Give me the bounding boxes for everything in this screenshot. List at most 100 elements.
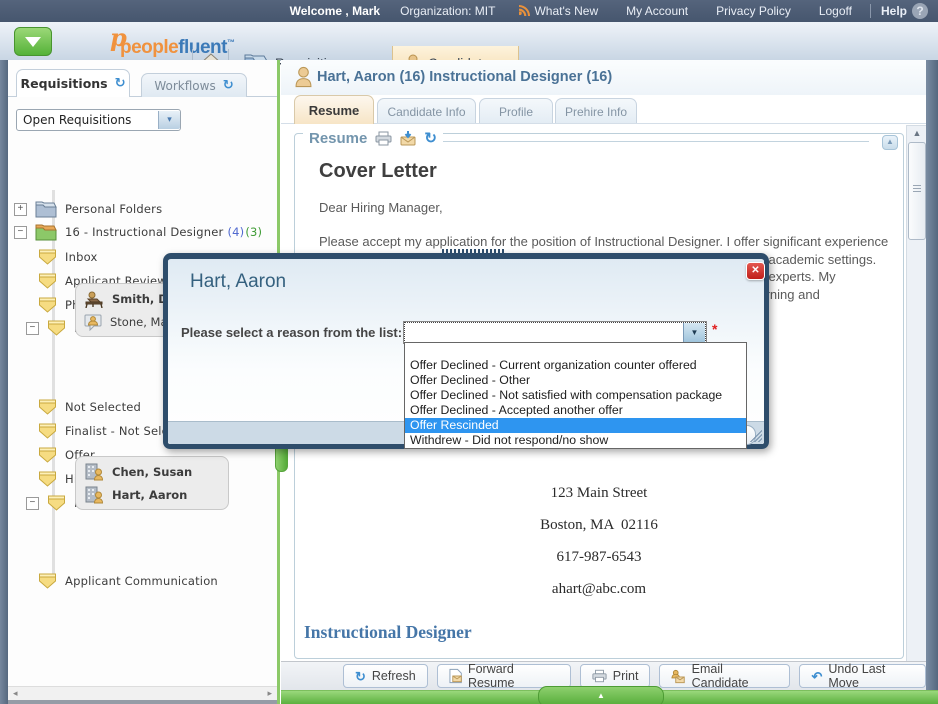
resume-city-line: Boston, MA 02116 <box>295 517 903 534</box>
collapse-panel-icon[interactable]: ▲ <box>882 135 898 150</box>
scroll-up-icon[interactable]: ▲ <box>907 128 927 138</box>
dialog-resize-grip[interactable] <box>750 430 762 442</box>
scrollbar-thumb[interactable] <box>908 142 926 240</box>
collapse-icon[interactable]: − <box>14 226 27 239</box>
tab-candidate-info[interactable]: Candidate Info <box>377 98 476 124</box>
organization-text: Organization: MIT <box>400 4 495 18</box>
collapse-icon[interactable]: − <box>26 322 39 335</box>
print-button[interactable]: Print <box>580 664 651 688</box>
resume-panel-legend: Resume ↻ <box>303 130 443 147</box>
sidebar-horizontal-scrollbar[interactable]: ◂ ▸ <box>8 686 277 701</box>
stage-folder-icon <box>38 273 57 289</box>
tree-item-personal-folders[interactable]: + Personal Folders <box>14 198 162 220</box>
not-hired-candidates-panel: Chen, Susan Hart, Aaron <box>75 456 229 510</box>
folder-green-icon <box>35 224 57 241</box>
refresh-icon[interactable]: ↻ <box>424 131 437 146</box>
tab-resume[interactable]: Resume <box>294 95 374 124</box>
tab-prehire-info[interactable]: Prehire Info <box>555 98 637 124</box>
candidate-title: Hart, Aaron (16) Instructional Designer … <box>317 69 612 85</box>
new-count-badge: (4) <box>227 225 244 239</box>
help-link[interactable]: Help ? <box>881 3 928 19</box>
folder-silver-icon <box>35 201 57 218</box>
forward-resume-icon <box>449 668 462 684</box>
my-account-link[interactable]: My Account <box>626 4 688 18</box>
stage-folder-icon <box>47 320 66 336</box>
thumb-grip <box>913 185 921 193</box>
tree-stage-not-selected[interactable]: Not Selected <box>38 396 141 418</box>
reason-option[interactable]: Withdrew - Did not respond/no show <box>405 433 746 448</box>
scroll-left-icon[interactable]: ◂ <box>8 689 23 699</box>
topbar-separator <box>870 4 871 18</box>
stage-folder-icon <box>38 399 57 415</box>
tree-item-requisition-folder[interactable]: − 16 - Instructional Designer (4) (3) <box>14 221 262 243</box>
candidate-person-icon <box>295 66 312 88</box>
help-icon: ? <box>912 3 928 19</box>
resume-vertical-scrollbar[interactable]: ▲ ▼ <box>906 125 928 704</box>
forward-resume-button[interactable]: Forward Resume <box>437 664 571 688</box>
stage-folder-icon <box>38 297 57 313</box>
scroll-right-icon[interactable]: ▸ <box>262 689 277 699</box>
refresh-icon[interactable]: ↻ <box>223 79 234 92</box>
stage-folder-icon <box>38 447 57 463</box>
app-window: Welcome , Mark Organization: MIT What's … <box>0 0 938 704</box>
download-resume-icon[interactable] <box>400 131 416 146</box>
resume-panel-title: Resume <box>309 130 367 147</box>
requisition-filter-select[interactable]: Open Requisitions ▾ <box>16 109 181 131</box>
reason-option[interactable]: Offer Declined - Other <box>405 373 746 388</box>
candidate-building-icon <box>84 486 104 504</box>
green-down-arrow-icon <box>25 37 41 47</box>
stage-folder-icon <box>38 471 57 487</box>
bottom-green-bar: ▲ <box>281 690 938 704</box>
candidate-desk-icon <box>84 291 104 308</box>
dialog-drag-handle[interactable] <box>442 249 506 253</box>
reason-option-highlighted[interactable]: Offer Rescinded <box>405 418 746 433</box>
reason-option[interactable] <box>405 343 746 358</box>
candidate-chat-icon <box>84 314 102 331</box>
sidebar-tab-workflows[interactable]: Workflows ↻ <box>141 73 247 97</box>
reason-option[interactable]: Offer Declined - Current organization co… <box>405 358 746 373</box>
privacy-policy-link[interactable]: Privacy Policy <box>716 4 791 18</box>
resume-section-heading: Instructional Designer <box>304 622 472 643</box>
reason-option[interactable]: Offer Declined - Accepted another offer <box>405 403 746 418</box>
email-candidate-button[interactable]: Email Candidate <box>659 664 790 688</box>
undo-last-move-button[interactable]: ↶ Undo Last Move <box>799 664 926 688</box>
print-icon[interactable] <box>375 131 392 146</box>
close-icon[interactable]: ✕ <box>746 262 765 280</box>
reason-select[interactable]: ▼ <box>404 322 706 343</box>
main-nav-bar: p peoplefluent™ Requisitions ▾ <box>0 22 938 61</box>
candidate-row-chen[interactable]: Chen, Susan <box>84 461 192 483</box>
sidebar-tab-requisitions[interactable]: Requisitions ↻ <box>16 69 130 97</box>
resume-address-line: 123 Main Street <box>295 485 903 502</box>
dialog-title: Hart, Aaron <box>190 271 286 293</box>
resume-phone-line: 617-987-6543 <box>295 549 903 566</box>
reason-option-list: Offer Declined - Current organization co… <box>404 342 747 449</box>
collapse-header-button[interactable] <box>14 27 52 56</box>
tab-profile[interactable]: Profile <box>479 98 553 124</box>
refresh-icon[interactable]: ↻ <box>115 77 126 90</box>
top-utility-bar: Welcome , Mark Organization: MIT What's … <box>0 0 938 22</box>
active-count-badge: (3) <box>245 225 262 239</box>
window-left-edge <box>0 60 8 704</box>
expand-icon[interactable]: + <box>14 203 27 216</box>
required-marker: * <box>712 321 717 337</box>
whats-new-link[interactable]: What's New <box>519 4 598 18</box>
panel-divider-line <box>381 141 869 142</box>
expand-footer-handle[interactable]: ▲ <box>538 686 664 704</box>
window-right-edge <box>926 60 938 704</box>
candidate-row-hart[interactable]: Hart, Aaron <box>84 484 187 506</box>
cover-letter-salutation: Dear Hiring Manager, <box>319 200 443 215</box>
select-arrow-icon: ▾ <box>158 111 180 129</box>
stage-folder-icon <box>47 495 66 511</box>
tree-stage-applicant-communication[interactable]: Applicant Communication <box>38 570 218 592</box>
email-candidate-icon <box>671 669 685 684</box>
stage-folder-icon <box>38 573 57 589</box>
tab-strip-divider <box>281 123 926 124</box>
logoff-link[interactable]: Logoff <box>819 4 852 18</box>
print-icon <box>592 669 607 683</box>
tree-stage-inbox[interactable]: Inbox <box>38 246 97 268</box>
reason-option[interactable]: Offer Declined - Not satisfied with comp… <box>405 388 746 403</box>
stage-folder-icon <box>38 249 57 265</box>
refresh-button[interactable]: ↻ Refresh <box>343 664 428 688</box>
collapse-icon[interactable]: − <box>26 497 39 510</box>
reason-dialog: Hart, Aaron ✕ Please select a reason fro… <box>163 253 769 449</box>
